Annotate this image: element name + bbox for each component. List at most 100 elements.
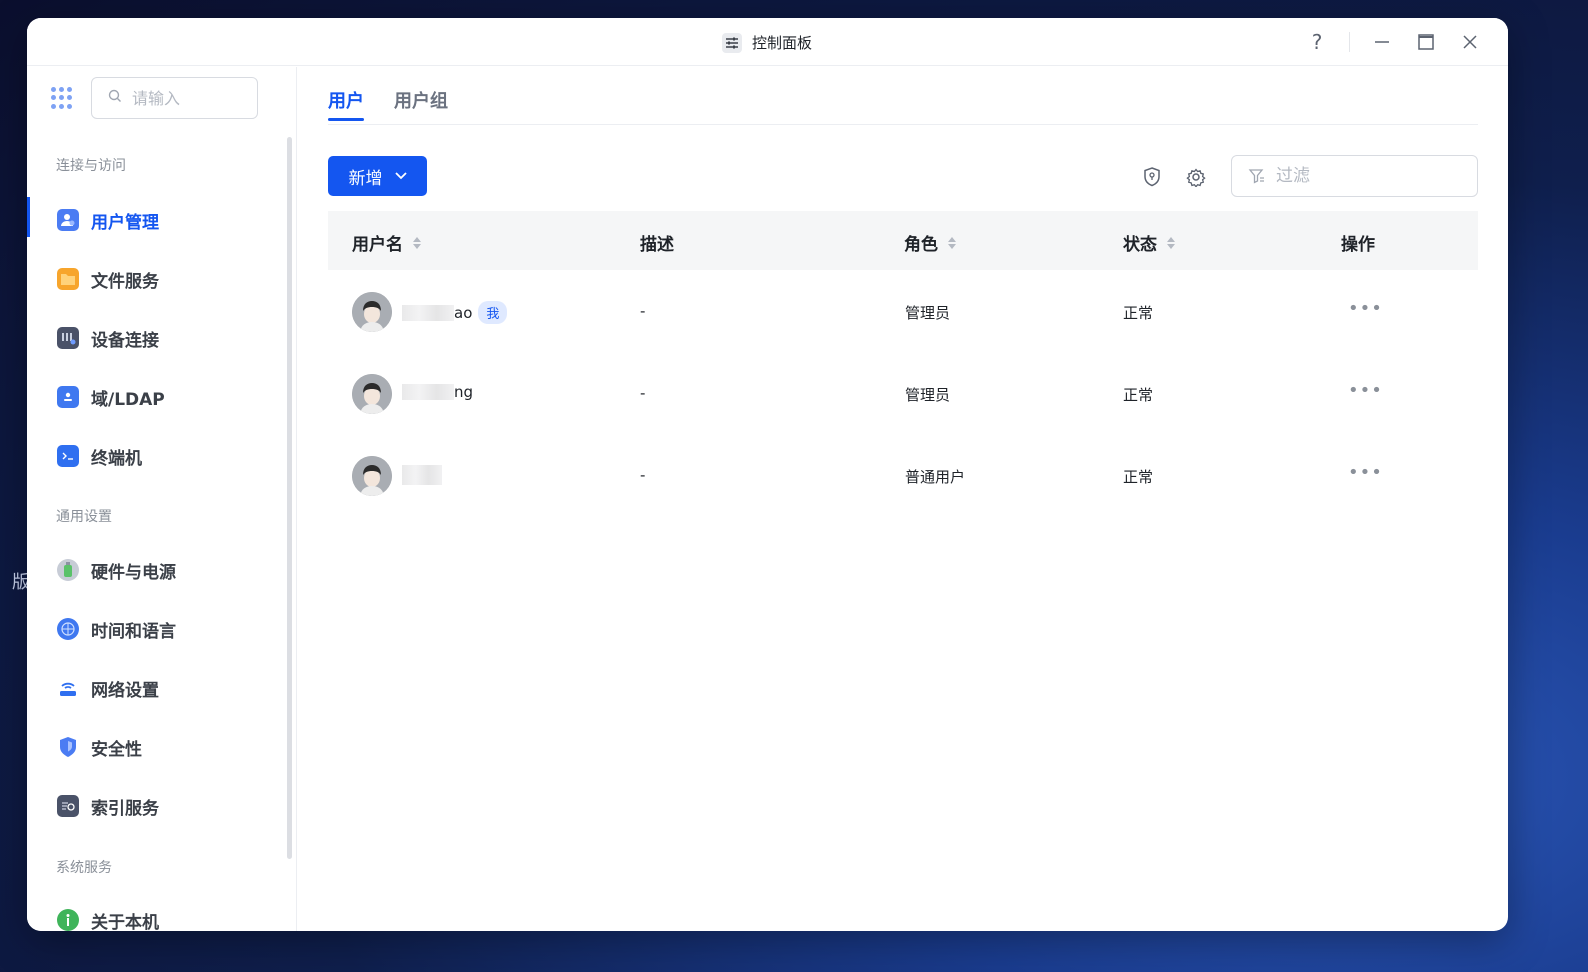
sidebar-item-time-language[interactable]: 时间和语言	[27, 606, 289, 652]
avatar	[352, 456, 392, 496]
user-manage-icon	[57, 209, 79, 231]
section-system-service: 系统服务	[56, 860, 112, 876]
role-cell: 管理员	[905, 386, 951, 404]
sidebar-item-ldap[interactable]: 域/LDAP	[27, 374, 289, 420]
status-cell: 正常	[1123, 386, 1154, 404]
sidebar-search-input[interactable]	[132, 88, 242, 108]
search-icon	[108, 89, 122, 107]
gear-icon	[1186, 168, 1206, 187]
section-general-settings: 通用设置	[56, 509, 112, 525]
username: ng	[402, 383, 473, 401]
close-icon	[1463, 35, 1477, 49]
column-header-status[interactable]: 状态	[1123, 230, 1175, 255]
sidebar-item-label: 域/LDAP	[91, 389, 165, 410]
sidebar-item-label: 索引服务	[91, 798, 159, 819]
titlebar-divider	[1349, 32, 1350, 52]
more-actions-icon[interactable]: •••	[1348, 298, 1383, 319]
settings-button[interactable]	[1185, 166, 1207, 188]
sidebar-item-about[interactable]: 关于本机	[27, 897, 289, 931]
column-header-actions: 操作	[1341, 230, 1375, 255]
status-cell: 正常	[1123, 304, 1154, 322]
column-header-label: 状态	[1123, 235, 1157, 255]
sidebar-item-index-service[interactable]: 索引服务	[27, 783, 289, 829]
control-panel-window: 控制面板 ? 连接与访问 用户管理	[27, 18, 1508, 931]
sidebar-item-label: 文件服务	[91, 271, 159, 292]
index-icon	[57, 795, 79, 817]
sidebar-item-hardware-power[interactable]: 硬件与电源	[27, 547, 289, 593]
redacted-text	[402, 465, 442, 485]
role-cell: 普通用户	[905, 468, 966, 486]
status-cell: 正常	[1123, 468, 1154, 486]
sort-icon[interactable]	[948, 236, 956, 249]
main-panel: 用户 用户组 新增 用户名 描述 角色	[298, 67, 1508, 931]
sidebar-item-device-connect[interactable]: 设备连接	[27, 315, 289, 361]
apps-grid-icon[interactable]	[51, 87, 73, 109]
section-connect-access: 连接与访问	[56, 158, 126, 174]
tab-bar: 用户 用户组	[328, 67, 1478, 125]
tab-user-groups[interactable]: 用户组	[394, 87, 448, 113]
sidebar-item-file-service[interactable]: 文件服务	[27, 256, 289, 302]
sidebar: 连接与访问 用户管理 文件服务 设备连接 域/LDAP	[27, 67, 297, 931]
maximize-icon	[1418, 34, 1434, 50]
shield-lock-icon	[1144, 167, 1160, 187]
close-button[interactable]	[1450, 18, 1490, 66]
filter-icon	[1248, 169, 1264, 184]
sidebar-search[interactable]	[91, 77, 258, 119]
description-cell: -	[640, 302, 646, 320]
column-header-label: 描述	[640, 235, 674, 255]
add-button[interactable]: 新增	[328, 156, 427, 196]
chevron-down-icon	[394, 172, 407, 180]
sidebar-item-terminal[interactable]: 终端机	[27, 433, 289, 479]
minimize-button[interactable]	[1362, 18, 1402, 66]
me-badge: 我	[478, 301, 508, 324]
sidebar-item-label: 关于本机	[91, 912, 159, 932]
more-actions-icon[interactable]: •••	[1348, 462, 1383, 483]
sliders-icon	[722, 32, 742, 53]
table-row[interactable]: ao 我 - 管理员 正常 •••	[328, 270, 1478, 352]
sidebar-item-label: 终端机	[91, 448, 142, 469]
column-header-label: 角色	[904, 235, 938, 255]
username	[402, 465, 442, 485]
column-header-role[interactable]: 角色	[904, 230, 956, 255]
help-button[interactable]: ?	[1297, 18, 1337, 66]
info-icon	[57, 909, 79, 931]
username: ao 我	[402, 301, 508, 324]
security-policy-button[interactable]	[1141, 166, 1163, 188]
titlebar: 控制面板 ?	[27, 18, 1508, 66]
sidebar-item-label: 设备连接	[91, 330, 159, 351]
description-cell: -	[640, 384, 646, 402]
column-header-username[interactable]: 用户名	[352, 230, 421, 255]
table-row[interactable]: - 普通用户 正常 •••	[328, 434, 1478, 516]
redacted-text	[402, 384, 454, 400]
network-icon	[57, 677, 79, 699]
redacted-text	[402, 304, 454, 321]
filter-box[interactable]	[1231, 155, 1478, 197]
sidebar-item-label: 时间和语言	[91, 621, 176, 642]
filter-input[interactable]	[1276, 166, 1466, 186]
tab-users[interactable]: 用户	[328, 87, 364, 121]
device-icon	[57, 327, 79, 349]
username-text: ng	[454, 383, 474, 401]
more-actions-icon[interactable]: •••	[1348, 380, 1383, 401]
title-group: 控制面板	[722, 32, 812, 53]
table-header: 用户名 描述 角色 状态 操作	[328, 211, 1478, 270]
sidebar-item-label: 网络设置	[91, 680, 159, 701]
maximize-button[interactable]	[1406, 18, 1446, 66]
ldap-icon	[57, 386, 79, 408]
terminal-icon	[57, 445, 79, 467]
role-cell: 管理员	[905, 304, 951, 322]
sidebar-item-security[interactable]: 安全性	[27, 724, 289, 770]
window-title: 控制面板	[752, 34, 813, 52]
sidebar-item-label: 安全性	[91, 739, 142, 760]
sidebar-item-label: 用户管理	[91, 212, 159, 233]
hardware-icon	[57, 559, 79, 581]
sort-icon[interactable]	[1167, 236, 1175, 249]
sidebar-item-network[interactable]: 网络设置	[27, 665, 289, 711]
sort-icon[interactable]	[413, 236, 421, 249]
globe-icon	[57, 618, 79, 640]
shield-icon	[57, 736, 79, 758]
column-header-label: 操作	[1341, 235, 1375, 255]
table-row[interactable]: ng - 管理员 正常 •••	[328, 352, 1478, 434]
sidebar-item-user-management[interactable]: 用户管理	[27, 197, 289, 243]
description-cell: -	[640, 466, 646, 484]
